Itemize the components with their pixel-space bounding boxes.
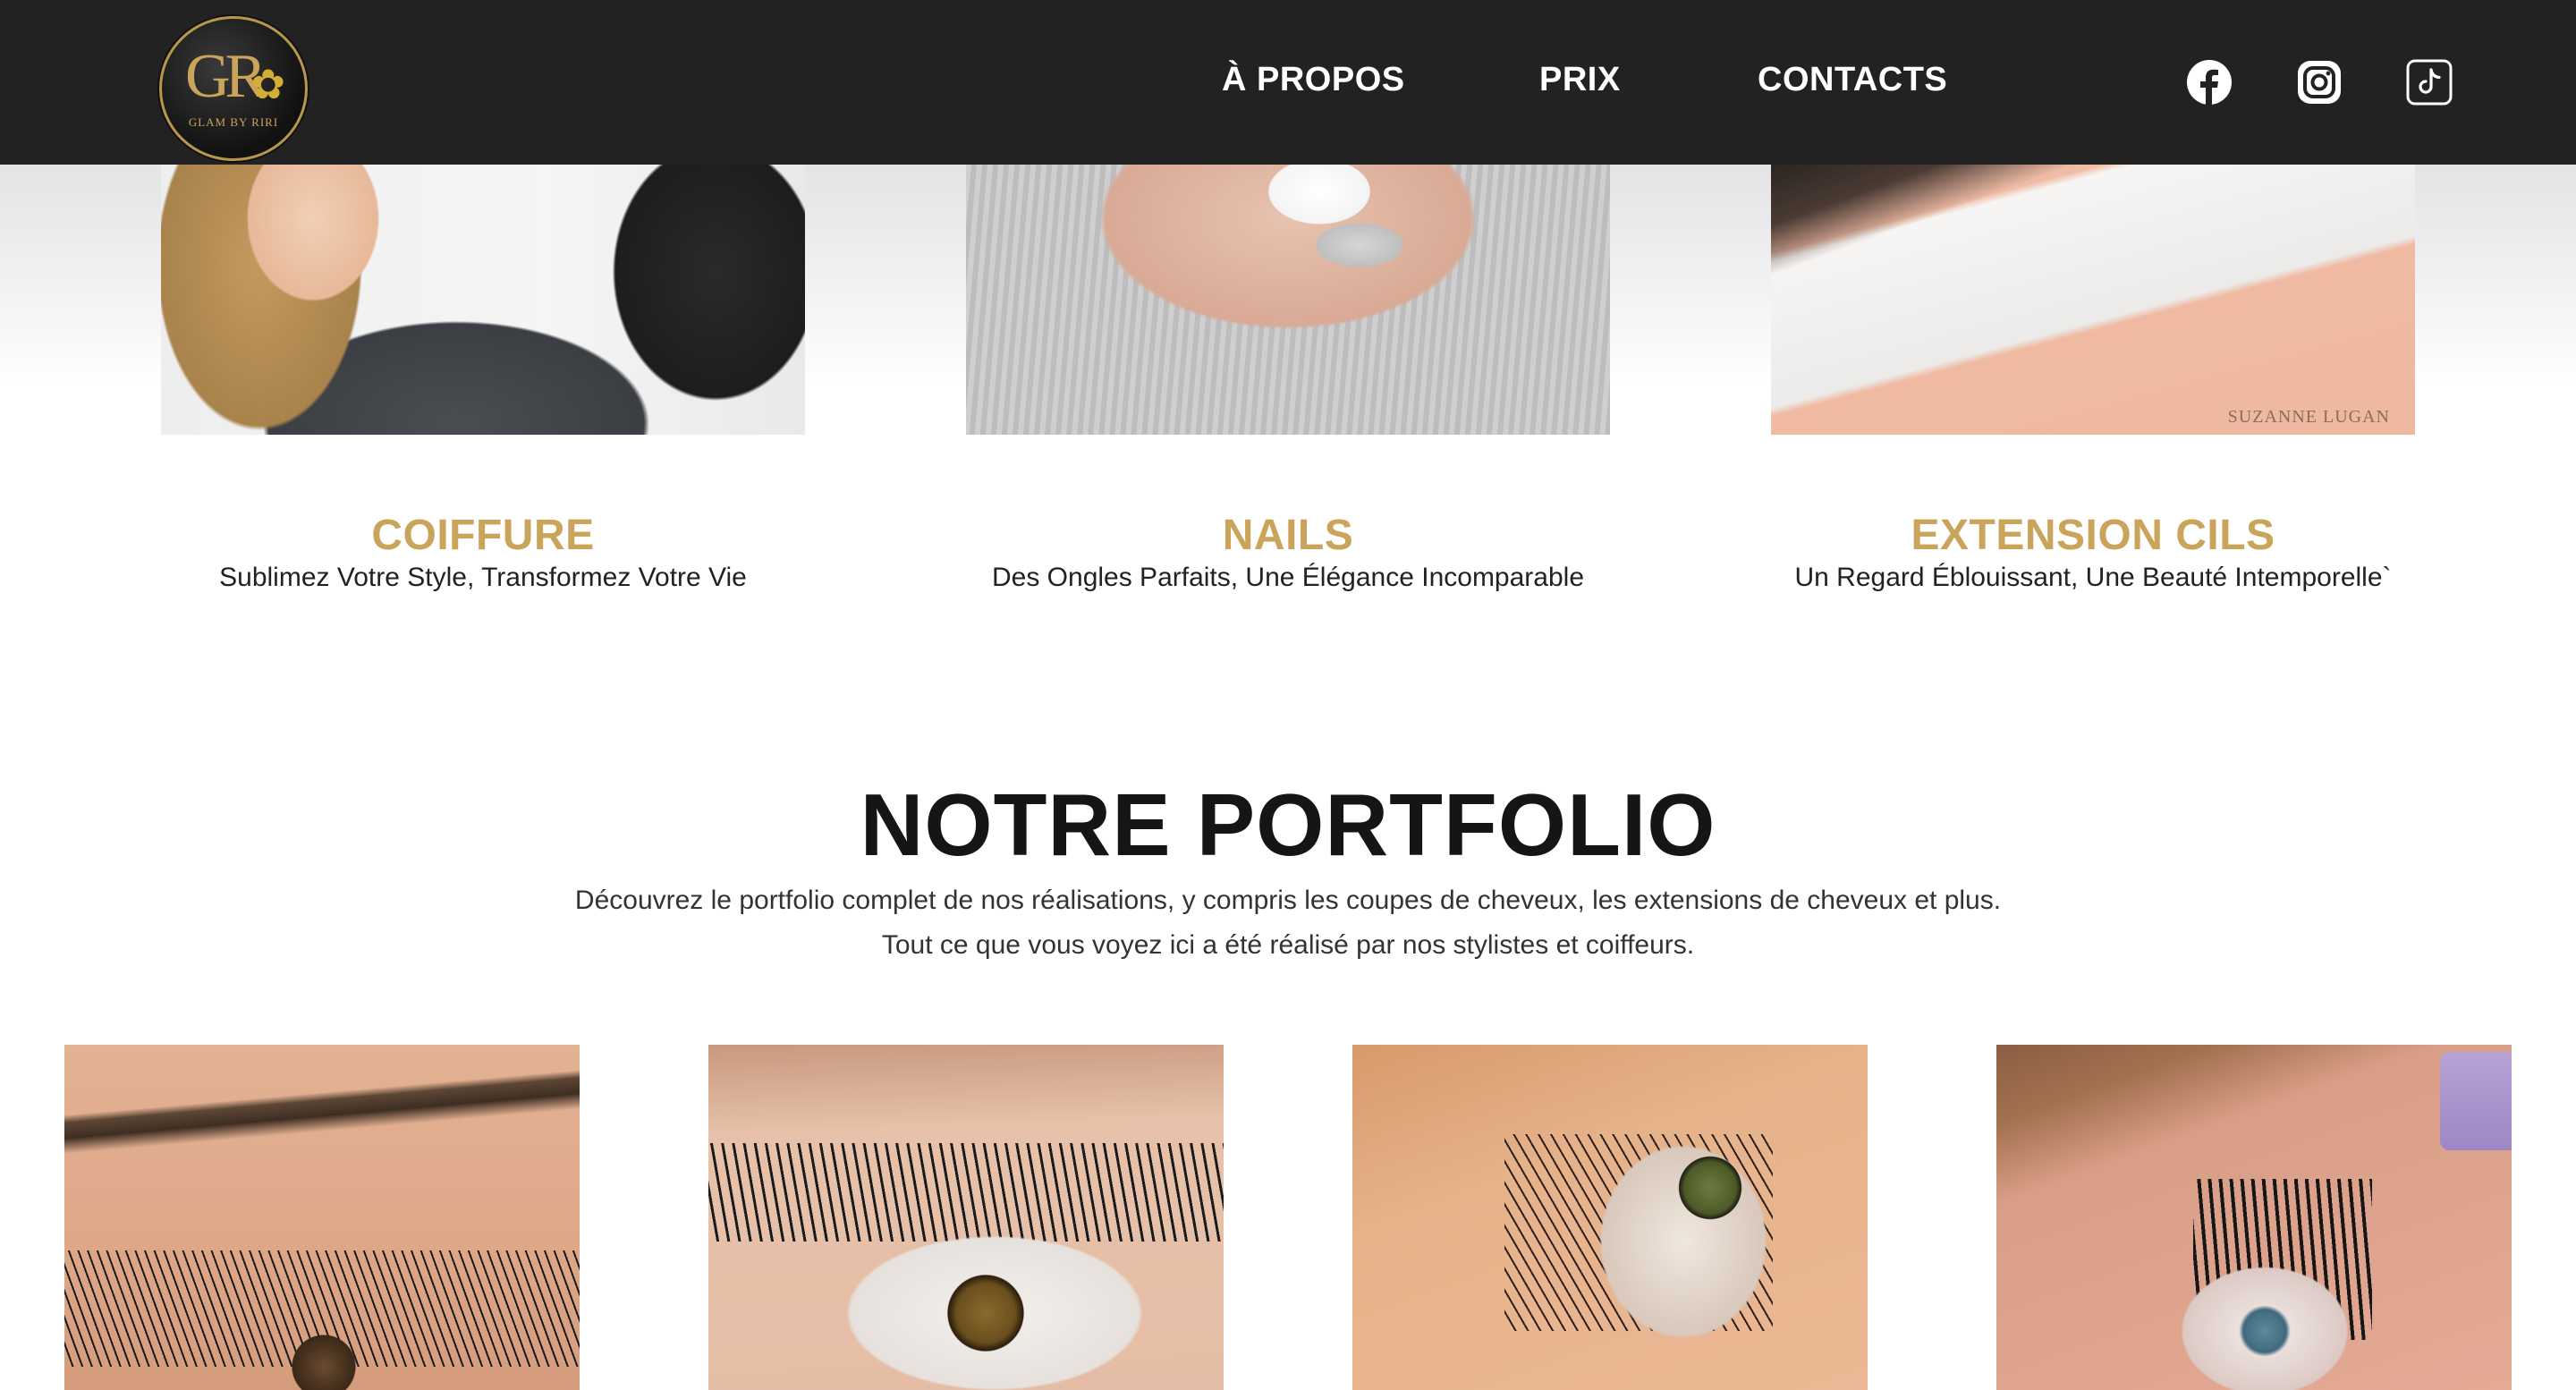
nails-image[interactable]: [966, 165, 1610, 435]
service-title-nails[interactable]: NAILS: [966, 510, 1610, 562]
logo-monogram: GR: [185, 42, 267, 111]
nav-link-prix[interactable]: PRIX: [1539, 59, 1621, 100]
service-title-extension-cils[interactable]: EXTENSION CILS: [1771, 510, 2415, 562]
logo-brand-name: GLAM BY RIRI: [188, 115, 279, 129]
image-watermark: SUZANNE LUGAN: [2227, 407, 2390, 427]
service-desc-nails: Des Ongles Parfaits, Une Élégance Incomp…: [991, 563, 1585, 592]
flower-icon: ✿: [250, 61, 285, 107]
lash-tray: [2440, 1052, 2512, 1150]
service-title-coiffure[interactable]: COIFFURE: [161, 510, 805, 562]
nav-link-a-propos[interactable]: À PROPOS: [1222, 59, 1405, 100]
service-desc-coiffure: Sublimez Votre Style, Transformez Votre …: [219, 563, 747, 592]
portfolio-image-3[interactable]: [1352, 1045, 1868, 1390]
portfolio-title: NOTRE PORTFOLIO: [860, 776, 1716, 875]
portfolio-image-4[interactable]: [1996, 1045, 2512, 1390]
portfolio-image-1[interactable]: [64, 1045, 580, 1390]
tiktok-icon[interactable]: [2406, 59, 2453, 106]
service-desc-extension-cils: Un Regard Éblouissant, Une Beauté Intemp…: [1794, 563, 2392, 592]
portfolio-image-2[interactable]: [708, 1045, 1224, 1390]
facebook-icon[interactable]: [2186, 59, 2233, 106]
extension-cils-image[interactable]: SUZANNE LUGAN: [1771, 165, 2415, 435]
site-header: GR ✿ GLAM BY RIRI À PROPOS PRIX CONTACTS: [0, 0, 2576, 165]
brand-logo[interactable]: GR ✿ GLAM BY RIRI: [159, 16, 308, 161]
instagram-icon[interactable]: [2296, 59, 2343, 106]
coiffure-image[interactable]: [161, 165, 805, 435]
nav-link-contacts[interactable]: CONTACTS: [1758, 59, 1947, 100]
portfolio-description: Découvrez le portfolio complet de nos ré…: [574, 886, 2002, 960]
